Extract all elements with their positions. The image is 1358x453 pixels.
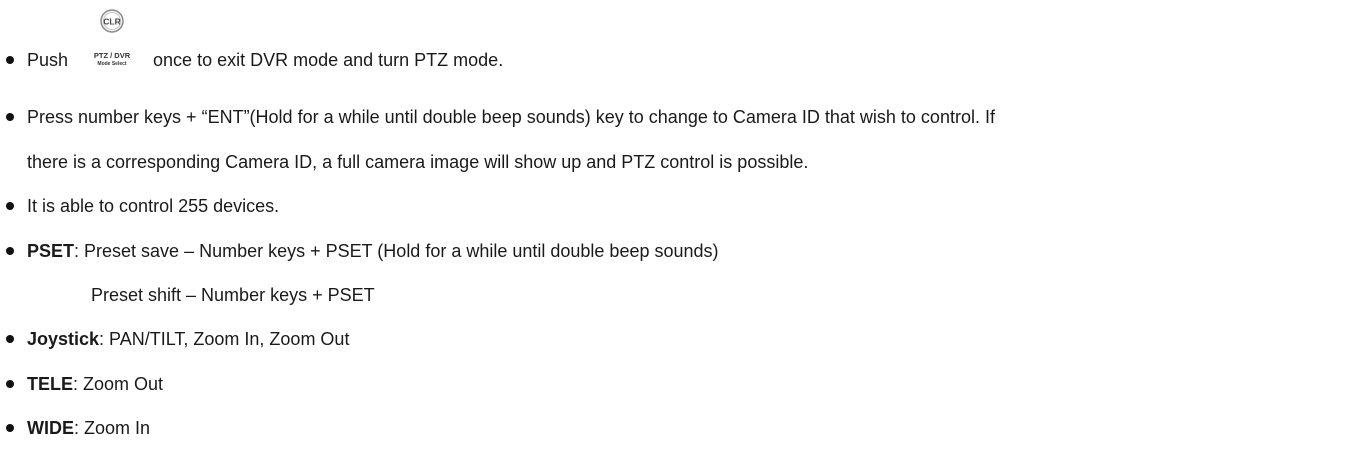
list-item: It is able to control 255 devices. xyxy=(0,193,1358,219)
item-text: Press number keys + “ENT”(Hold for a whi… xyxy=(27,107,995,127)
bullet-icon xyxy=(6,335,14,343)
item-text: WIDE: Zoom In xyxy=(27,415,150,441)
bullet-icon xyxy=(6,56,14,64)
item-text-continued: there is a corresponding Camera ID, a fu… xyxy=(27,152,809,172)
item-text: TELE: Zoom Out xyxy=(27,371,163,397)
item-text: Joystick: PAN/TILT, Zoom In, Zoom Out xyxy=(27,326,349,352)
bullet-icon xyxy=(6,247,14,255)
list-item: Press number keys + “ENT”(Hold for a whi… xyxy=(0,104,1358,130)
item-label: WIDE xyxy=(27,418,74,438)
list-item: Joystick: PAN/TILT, Zoom In, Zoom Out xyxy=(0,326,1358,352)
list-item: Push once to exit DVR mode and turn PTZ m… xyxy=(0,47,1358,73)
item-label: Joystick xyxy=(27,329,100,349)
item-desc: : PAN/TILT, Zoom In, Zoom Out xyxy=(99,329,350,349)
item-text: Push once to exit DVR mode and turn PTZ m… xyxy=(27,47,503,73)
item-desc: : Preset save – Number keys + PSET (Hold… xyxy=(74,241,719,261)
list-item: WIDE: Zoom In xyxy=(0,415,1358,441)
item-label: TELE xyxy=(27,374,74,394)
item-desc: : Zoom Out xyxy=(73,374,164,394)
key-top-label: CLR xyxy=(103,17,120,27)
list-item: TELE: Zoom Out xyxy=(0,371,1358,397)
item-text-continued: Preset shift – Number keys + PSET xyxy=(91,285,375,305)
bullet-icon xyxy=(6,380,14,388)
item-text: It is able to control 255 devices. xyxy=(27,196,280,216)
item-label: PSET xyxy=(27,241,75,261)
item-desc: : Zoom In xyxy=(74,418,151,438)
list-item: PSET: Preset save – Number keys + PSET (… xyxy=(0,238,1358,264)
bullet-icon xyxy=(6,424,14,432)
item-post-text: once to exit DVR mode and turn PTZ mode. xyxy=(153,50,504,70)
item-pre-text: Push xyxy=(27,50,69,70)
bullet-icon xyxy=(6,202,14,210)
item-text: PSET: Preset save – Number keys + PSET (… xyxy=(27,238,719,264)
document: CLR PTZ / DVR Mode Select Push once to ex… xyxy=(0,0,1358,453)
bullet-icon xyxy=(6,113,14,121)
